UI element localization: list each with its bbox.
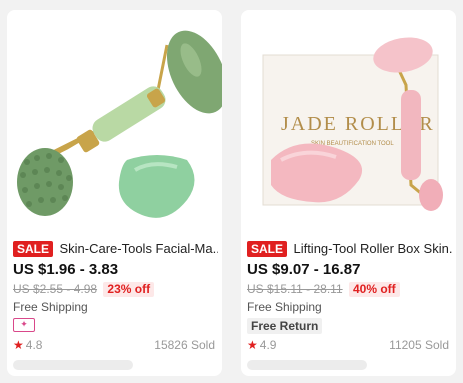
- product-title-row[interactable]: SALE Skin-Care-Tools Facial-Ma...: [13, 240, 218, 258]
- free-return-badge: Free Return: [247, 318, 323, 334]
- product-image-jade-roller[interactable]: [7, 10, 222, 233]
- choice-badge-icon: ✦: [13, 318, 35, 332]
- star-icon: ★: [247, 338, 258, 352]
- product-card-2[interactable]: JADE ROLLER SKIN BEAUTIFICATION TOOL SAL…: [241, 10, 456, 376]
- rating-value: 4.9: [259, 338, 277, 352]
- discount-badge: 40% off: [348, 282, 400, 297]
- original-price-row: US $2.55 - 4.98 23% off: [13, 282, 155, 297]
- sold-count: 11205 Sold: [389, 338, 449, 352]
- store-link-placeholder: [13, 360, 133, 370]
- sold-count: 15826 Sold: [154, 338, 215, 352]
- shipping-label: Free Shipping: [247, 300, 322, 314]
- product-price: US $9.07 - 16.87: [247, 261, 361, 278]
- original-price: US $15.11 - 28.11: [247, 282, 343, 296]
- sale-badge: SALE: [13, 240, 54, 257]
- product-title-row[interactable]: SALE Lifting-Tool Roller Box Skin...: [247, 240, 452, 258]
- star-icon: ★: [13, 338, 24, 352]
- product-card-1[interactable]: SALE Skin-Care-Tools Facial-Ma... US $1.…: [7, 10, 222, 376]
- product-price: US $1.96 - 3.83: [13, 261, 119, 278]
- discount-badge: 23% off: [103, 282, 155, 297]
- product-title[interactable]: Skin-Care-Tools Facial-Ma...: [59, 241, 218, 256]
- original-price-row: US $15.11 - 28.11 40% off: [247, 282, 400, 297]
- rating: ★ 4.9: [247, 338, 276, 352]
- store-link-placeholder: [247, 360, 367, 370]
- original-price: US $2.55 - 4.98: [13, 282, 98, 296]
- product-image-rose-roller[interactable]: JADE ROLLER SKIN BEAUTIFICATION TOOL: [241, 10, 456, 233]
- sale-badge: SALE: [247, 240, 288, 257]
- rating: ★ 4.8: [13, 338, 42, 352]
- rating-value: 4.8: [25, 338, 43, 352]
- product-title[interactable]: Lifting-Tool Roller Box Skin...: [293, 241, 452, 256]
- shipping-label: Free Shipping: [13, 300, 88, 314]
